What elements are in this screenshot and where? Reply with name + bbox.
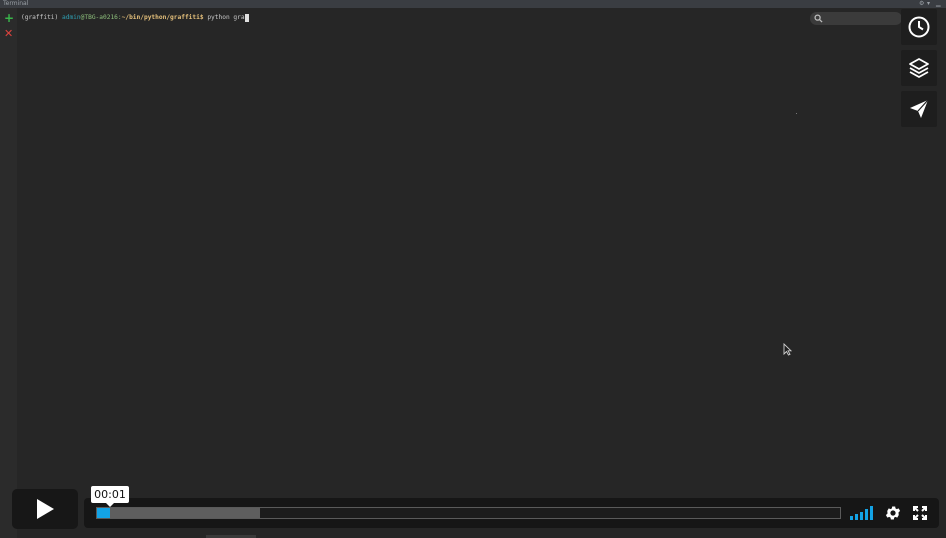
search-input[interactable] — [810, 12, 902, 25]
progress-played — [97, 508, 110, 518]
add-terminal-icon[interactable]: + — [4, 12, 14, 24]
send-icon — [910, 99, 929, 118]
layers-icon — [909, 58, 929, 78]
player-controls — [84, 498, 939, 528]
prompt-path: ~/bin/python/graffiti — [121, 14, 200, 21]
volume-icon[interactable] — [850, 506, 874, 520]
settings-gear-icon[interactable] — [884, 504, 902, 522]
close-terminal-icon[interactable]: ✕ — [4, 28, 13, 39]
search-icon — [814, 14, 823, 23]
minimize-icon[interactable]: ▁ — [936, 0, 941, 8]
share-button[interactable] — [901, 91, 937, 127]
history-button[interactable] — [901, 9, 937, 45]
chevron-down-icon[interactable]: ▾ — [927, 0, 930, 8]
stray-pixel — [796, 113, 797, 114]
window-title-bar: Terminal ⚙ ▾ ▁ — [0, 0, 946, 8]
window-title: Terminal — [3, 0, 29, 7]
play-icon — [37, 499, 54, 519]
prompt-user: admin — [62, 14, 81, 21]
prompt-env: (graffiti) — [21, 14, 59, 21]
prompt-symbol: $ — [199, 14, 204, 21]
gear-icon[interactable]: ⚙ — [919, 0, 924, 8]
prompt-host: @TBG-a0216: — [80, 14, 122, 21]
terminal-pane[interactable]: (graffiti) admin@TBG-a0216:~/bin/python/… — [17, 8, 946, 538]
terminal-prompt-line: (graffiti) admin@TBG-a0216:~/bin/python/… — [21, 14, 249, 22]
text-cursor — [244, 14, 249, 22]
right-tool-rail — [900, 9, 946, 129]
terminal-command: python gra — [207, 14, 245, 21]
clock-icon — [908, 16, 930, 38]
progress-bar[interactable] — [96, 507, 841, 519]
terminal-sidebar: + ✕ — [0, 8, 17, 538]
layers-button[interactable] — [901, 50, 937, 86]
progress-buffered — [97, 508, 260, 518]
fullscreen-icon[interactable] — [912, 505, 928, 521]
mouse-pointer-icon — [783, 343, 792, 356]
play-button[interactable] — [12, 489, 78, 529]
time-tooltip: 00:01 — [91, 486, 129, 507]
